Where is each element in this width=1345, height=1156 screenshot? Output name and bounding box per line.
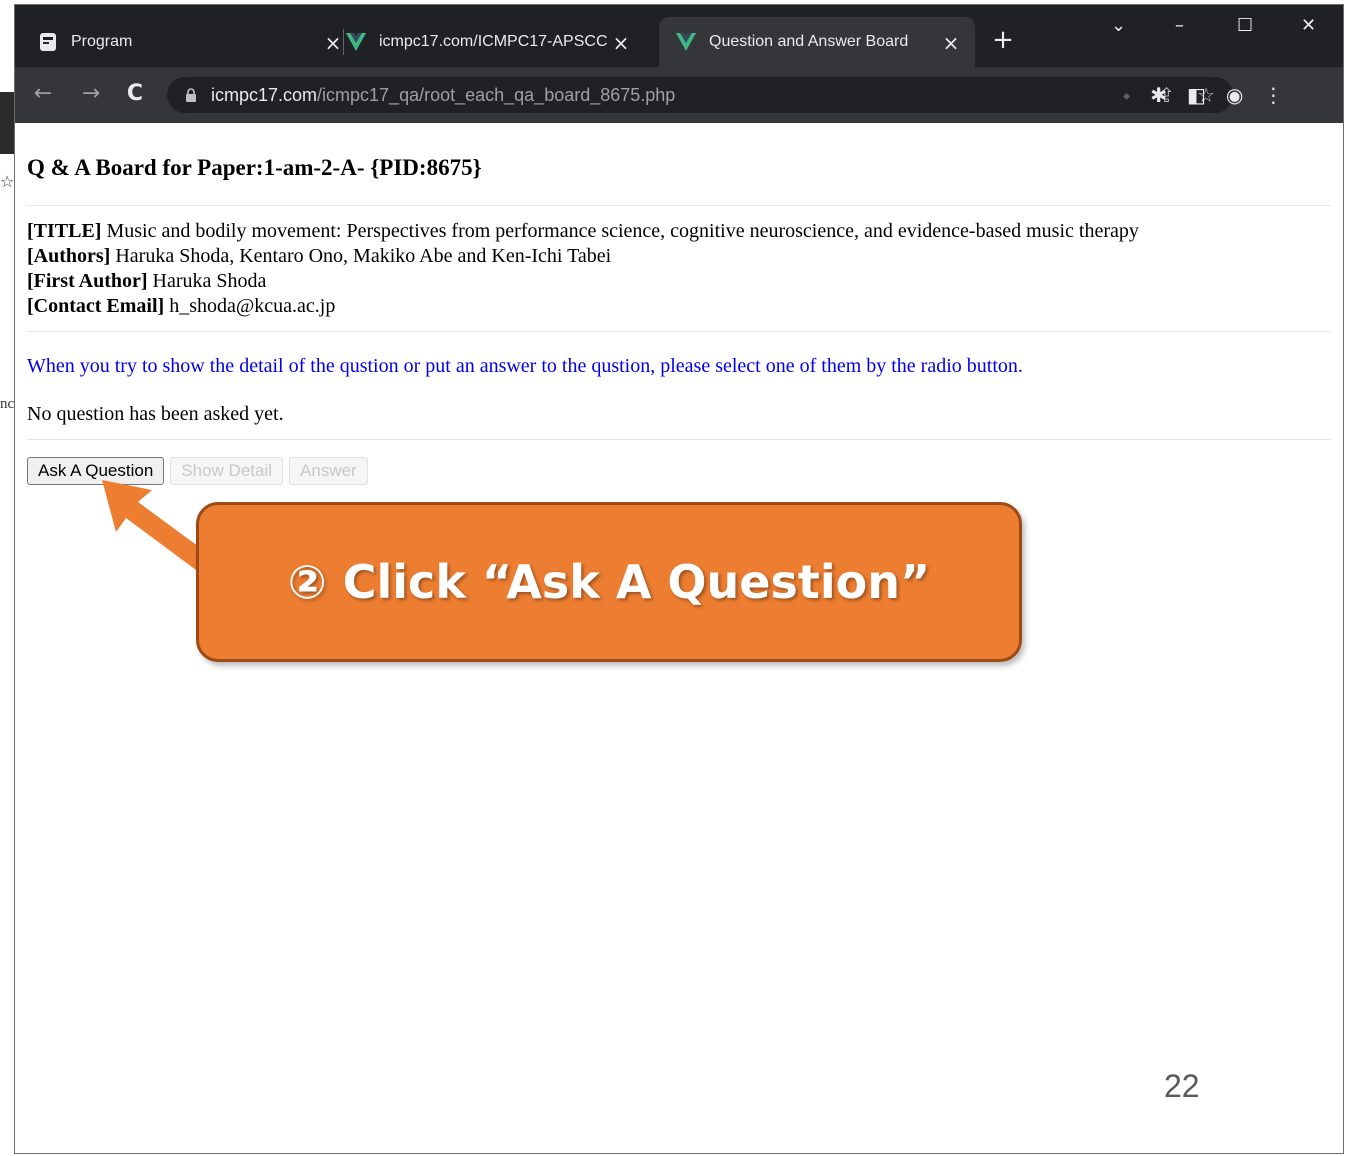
annotation-text: ② Click “Ask A Question”	[287, 555, 931, 609]
new-tab-icon[interactable]: +	[989, 27, 1017, 55]
tab-strip: Program × icmpc17.com/ICMPC17-APSCC × Qu…	[15, 5, 1343, 67]
background-window-strip	[0, 92, 14, 154]
meta-contact-email-row: [Contact Email] h_shoda@kcua.ac.jp	[27, 294, 1139, 319]
empty-state-message: No question has been asked yet.	[27, 403, 284, 425]
meta-value: h_shoda@kcua.ac.jp	[164, 295, 336, 317]
show-detail-button[interactable]: Show Detail	[170, 457, 284, 485]
meta-label: [Contact Email]	[27, 295, 165, 317]
vue-logo-icon	[345, 31, 367, 53]
tab-icmpc17[interactable]: icmpc17.com/ICMPC17-APSCC ×	[345, 17, 645, 67]
profile-avatar-icon[interactable]: ◉	[1226, 83, 1243, 107]
menu-kebab-icon[interactable]: ⋮	[1263, 83, 1283, 107]
tab-separator	[343, 29, 344, 55]
meta-label: [Authors]	[27, 245, 111, 267]
side-panel-icon[interactable]: ◧	[1187, 83, 1206, 107]
maximize-icon[interactable]: ☐	[1237, 15, 1253, 36]
tab-title: Question and Answer Board	[709, 33, 909, 50]
annotation-callout: ② Click “Ask A Question”	[196, 502, 1022, 662]
lock-icon	[185, 88, 197, 102]
meta-value: Haruka Shoda, Kentaro Ono, Makiko Abe an…	[110, 245, 612, 267]
url-host: icmpc17.com	[211, 84, 318, 105]
vue-logo-icon	[675, 31, 697, 53]
close-tab-icon[interactable]: ×	[941, 31, 961, 55]
extension-disabled-icon[interactable]: ⬩	[1123, 83, 1130, 107]
toolbar-icons: ⬩ ✱ ◧ ◉ ⋮	[1123, 83, 1283, 107]
minimize-icon[interactable]: –	[1175, 15, 1184, 36]
address-url: icmpc17.com/icmpc17_qa/root_each_qa_boar…	[211, 85, 675, 106]
meta-title-row: [TITLE] Music and bodily movement: Persp…	[27, 219, 1139, 244]
meta-authors-row: [Authors] Haruka Shoda, Kentaro Ono, Mak…	[27, 244, 1139, 269]
reload-icon[interactable]: C	[121, 81, 149, 106]
page-title: Q & A Board for Paper:1-am-2-A- {PID:867…	[27, 155, 482, 180]
meta-first-author-row: [First Author] Haruka Shoda	[27, 269, 1139, 294]
divider	[27, 439, 1331, 440]
meta-value: Haruka Shoda	[147, 270, 267, 292]
extensions-puzzle-icon[interactable]: ✱	[1150, 83, 1167, 107]
answer-button[interactable]: Answer	[289, 457, 368, 485]
tab-title: icmpc17.com/ICMPC17-APSCC	[379, 33, 607, 50]
tab-question-answer-board[interactable]: Question and Answer Board ×	[659, 17, 975, 67]
slide-left-edge: ☆ nc	[0, 0, 14, 1156]
background-star-icon: ☆	[0, 172, 15, 191]
tab-program[interactable]: Program ×	[37, 17, 357, 67]
close-tab-icon[interactable]: ×	[611, 31, 631, 55]
background-text-fragment: nc	[0, 396, 15, 412]
address-bar[interactable]: icmpc17.com/icmpc17_qa/root_each_qa_boar…	[167, 77, 1233, 113]
divider	[27, 331, 1331, 332]
browser-toolbar: ← → C icmpc17.com/icmpc17_qa/root_each_q…	[15, 67, 1343, 123]
close-tab-icon[interactable]: ×	[323, 31, 343, 55]
forward-arrow-icon[interactable]: →	[77, 81, 105, 106]
paper-metadata: [TITLE] Music and bodily movement: Persp…	[27, 219, 1139, 319]
url-path: /icmpc17_qa/root_each_qa_board_8675.php	[317, 84, 676, 105]
close-window-icon[interactable]: ✕	[1301, 15, 1316, 36]
tab-search-chevron-icon[interactable]: ⌄	[1111, 15, 1126, 36]
meta-label: [First Author]	[27, 270, 148, 292]
meta-value: Music and bodily movement: Perspectives …	[101, 220, 1139, 242]
action-buttons: Ask A Question Show Detail Answer	[27, 457, 368, 485]
tab-title: Program	[71, 33, 133, 50]
document-icon	[37, 31, 59, 53]
divider	[27, 205, 1331, 206]
slide-number: 22	[1164, 1068, 1200, 1104]
ask-question-button[interactable]: Ask A Question	[27, 457, 165, 485]
back-arrow-icon[interactable]: ←	[29, 81, 57, 106]
meta-label: [TITLE]	[27, 220, 102, 242]
instruction-notice: When you try to show the detail of the q…	[27, 355, 1023, 377]
